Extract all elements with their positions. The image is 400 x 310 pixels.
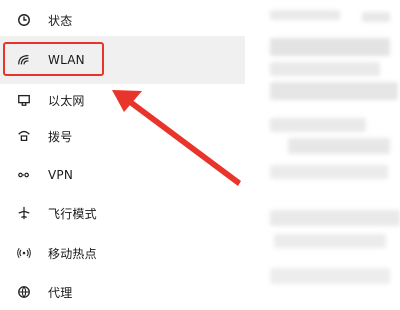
blurred-block [270,118,366,132]
blurred-block [362,12,390,22]
sidebar-item-proxy[interactable]: 代理 [6,274,236,310]
status-icon [14,10,34,30]
blurred-block [270,10,340,20]
sidebar-item-wlan[interactable]: WLAN [6,42,236,78]
globe-icon [14,282,34,302]
sidebar-item-label: 移动热点 [48,246,97,261]
sidebar-item-mobile-hotspot[interactable]: 移动热点 [6,235,236,271]
blurred-block [270,82,398,100]
sidebar-item-label: 状态 [48,13,73,28]
sidebar-item-label: 飞行模式 [48,206,97,221]
sidebar-item-label: 代理 [48,285,73,300]
sidebar-item-label: WLAN [48,53,85,67]
airplane-icon [14,203,34,223]
blurred-block [270,62,380,76]
vpn-icon [14,165,34,185]
blurred-block [288,138,390,154]
sidebar-item-label: 拨号 [48,129,73,144]
wifi-icon [14,50,34,70]
network-sidebar: 状态 WLAN 以太网 拨号 VPN 飞行模式 移动热点 代理 [0,0,245,300]
blurred-block [270,165,388,179]
blurred-block [270,210,400,226]
sidebar-item-dialup[interactable]: 拨号 [6,118,236,154]
blurred-content-panel [262,0,400,300]
sidebar-item-label: VPN [48,168,74,182]
blurred-block [270,38,390,56]
sidebar-item-ethernet[interactable]: 以太网 [6,82,236,118]
sidebar-item-label: 以太网 [48,93,85,108]
hotspot-icon [14,243,34,263]
dialup-icon [14,126,34,146]
sidebar-item-status[interactable]: 状态 [6,2,236,38]
blurred-block [274,234,386,248]
sidebar-item-vpn[interactable]: VPN [6,157,236,193]
blurred-block [270,268,390,284]
sidebar-item-airplane-mode[interactable]: 飞行模式 [6,195,236,231]
ethernet-icon [14,90,34,110]
